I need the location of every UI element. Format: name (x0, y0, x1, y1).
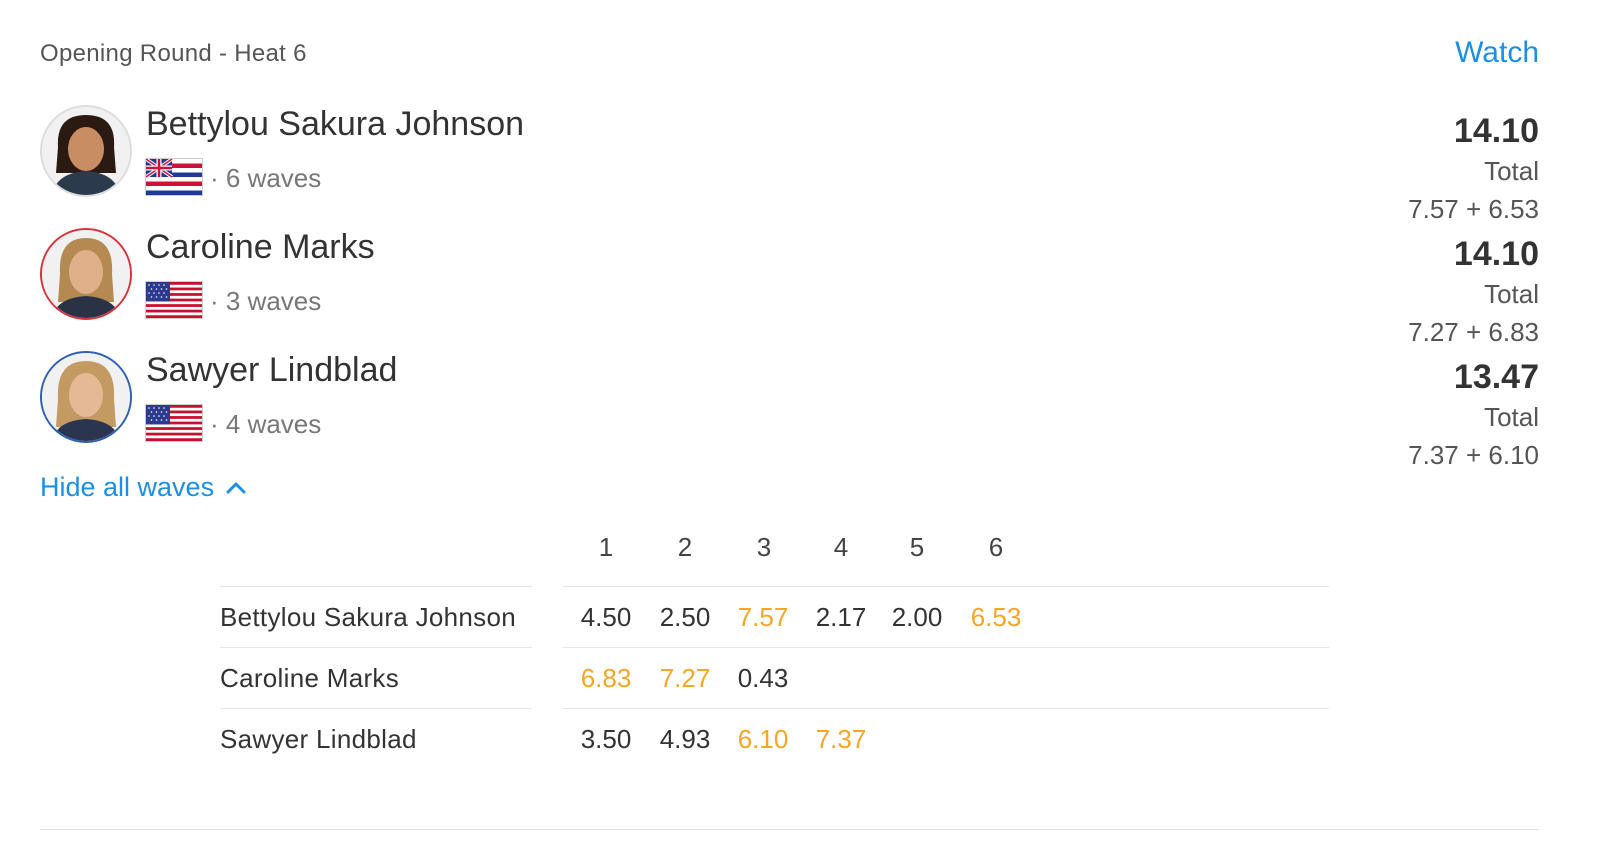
table-row-name: Sawyer Lindblad (220, 724, 417, 754)
total-score: 13.47 (1453, 358, 1539, 396)
best-two-waves: 7.27 + 6.83 (1408, 317, 1539, 347)
table-row-name: Bettylou Sakura Johnson (220, 602, 516, 632)
total-score: 14.10 (1453, 112, 1539, 150)
total-score: 14.10 (1453, 235, 1539, 273)
athlete-name[interactable]: Bettylou Sakura Johnson (146, 105, 524, 144)
divider (220, 647, 532, 648)
wave-score-cell: 7.27 (659, 663, 711, 693)
avatar (40, 105, 132, 197)
column-header: 3 (756, 532, 772, 562)
column-header: 4 (833, 532, 849, 562)
score-block: 14.10 Total 7.57 + 6.53 (1408, 111, 1539, 227)
divider (220, 708, 532, 709)
chevron-up-icon (226, 482, 246, 493)
divider (40, 829, 1539, 830)
wave-score-cell: 6.10 (737, 724, 789, 754)
total-label: Total (1484, 402, 1539, 432)
heat-title: Opening Round - Heat 6 (40, 40, 307, 67)
wave-score-cell: 7.57 (737, 602, 789, 632)
wave-score-cell: 6.83 (580, 663, 632, 693)
divider (563, 586, 1329, 587)
hide-all-waves-label: Hide all waves (40, 472, 215, 502)
hawaii-flag-icon (146, 159, 202, 195)
total-label: Total (1484, 156, 1539, 186)
divider (220, 586, 532, 587)
usa-flag-icon (146, 405, 202, 441)
wave-score-cell: 2.17 (815, 602, 867, 632)
column-header: 2 (677, 532, 693, 562)
score-block: 14.10 Total 7.27 + 6.83 (1408, 234, 1539, 350)
wave-score-cell: 6.53 (970, 602, 1022, 632)
athlete-row[interactable]: Sawyer Lindblad · 4 waves 13.47 Total 7.… (40, 351, 1539, 471)
wave-score-cell: 4.50 (580, 602, 632, 632)
athlete-name[interactable]: Sawyer Lindblad (146, 351, 397, 390)
column-header: 6 (988, 532, 1004, 562)
athlete-name[interactable]: Caroline Marks (146, 228, 375, 267)
athlete-row[interactable]: Caroline Marks · 3 waves 14.10 Total 7.2… (40, 228, 1539, 348)
wave-score-cell: 7.37 (815, 724, 867, 754)
hide-all-waves-button[interactable]: Hide all waves (40, 472, 246, 503)
score-block: 13.47 Total 7.37 + 6.10 (1408, 357, 1539, 473)
divider (563, 708, 1329, 709)
wave-count: · 3 waves (210, 286, 322, 316)
total-label: Total (1484, 279, 1539, 309)
table-row-name: Caroline Marks (220, 663, 400, 693)
avatar (40, 228, 132, 320)
best-two-waves: 7.37 + 6.10 (1408, 440, 1539, 470)
divider (563, 647, 1329, 648)
usa-flag-icon (146, 282, 202, 318)
watch-link[interactable]: Watch (1455, 36, 1539, 70)
column-header: 1 (598, 532, 614, 562)
wave-score-cell: 0.43 (737, 663, 789, 693)
wave-score-cell: 3.50 (580, 724, 632, 754)
column-header: 5 (909, 532, 925, 562)
wave-count: · 6 waves (210, 163, 322, 193)
wave-score-cell: 2.50 (659, 602, 711, 632)
wave-score-cell: 4.93 (659, 724, 711, 754)
athlete-row[interactable]: Bettylou Sakura Johnson · 6 waves 14.10 … (40, 105, 1539, 225)
avatar (40, 351, 132, 443)
wave-score-cell: 2.00 (891, 602, 943, 632)
wave-count: · 4 waves (210, 409, 322, 439)
best-two-waves: 7.57 + 6.53 (1408, 194, 1539, 224)
